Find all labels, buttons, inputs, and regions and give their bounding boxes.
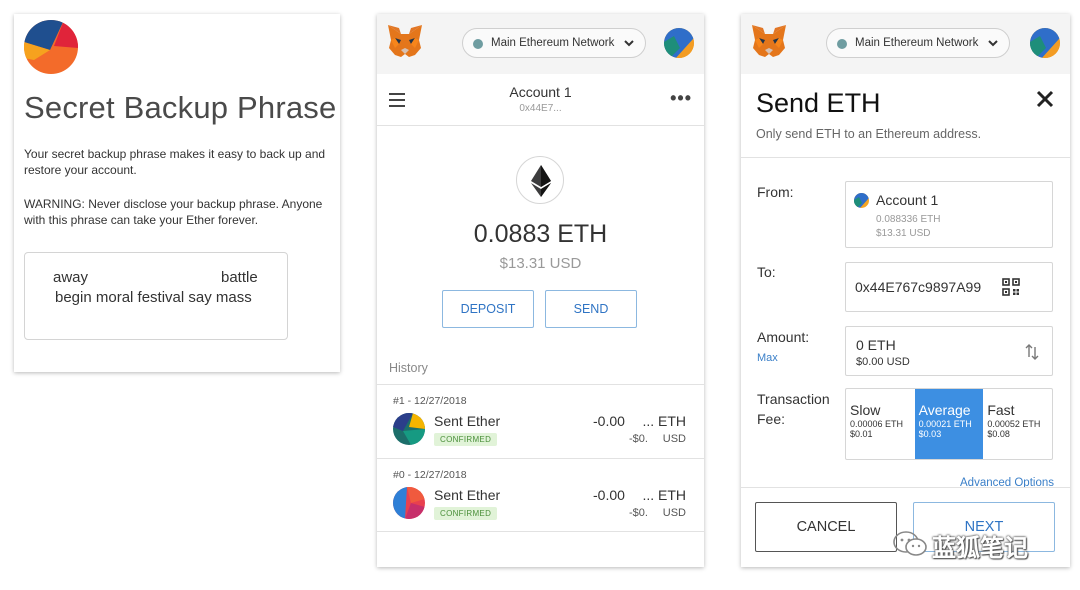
transaction-row[interactable]: #0 - 12/27/2018 Sent Ether CONFIRMED -0.… (377, 458, 704, 532)
backup-phrase-box[interactable]: away battle begin moral festival say mas… (24, 252, 288, 340)
tx-date: #1 - 12/27/2018 (393, 395, 467, 407)
fee-option-average[interactable]: Average 0.00021 ETH $0.03 (914, 389, 984, 459)
account-name[interactable]: Account 1 (377, 84, 704, 100)
send-button[interactable]: SEND (545, 290, 637, 328)
phrase-word: away (53, 269, 89, 286)
tx-usd: -$0. (629, 433, 648, 445)
to-label: To: (757, 264, 776, 280)
from-label: From: (757, 184, 794, 200)
tx-amount: -0.00 (593, 413, 625, 429)
network-dot-icon (473, 39, 483, 49)
max-amount-link[interactable]: Max (757, 352, 778, 364)
to-address-input[interactable]: 0x44E767c9897A99 (845, 262, 1053, 312)
network-label: Main Ethereum Network (855, 37, 979, 49)
chevron-down-icon (624, 40, 634, 47)
deposit-button[interactable]: DEPOSIT (442, 290, 534, 328)
from-eth-balance: 0.088336 ETH (876, 214, 941, 225)
tx-date: #0 - 12/27/2018 (393, 469, 467, 481)
page-title: Send ETH (756, 88, 881, 118)
wechat-icon (893, 531, 927, 556)
fee-option-fast[interactable]: Fast 0.00052 ETH $0.08 (983, 389, 1052, 459)
fee-eth: 0.00021 ETH (918, 419, 972, 429)
fee-name: Average (918, 402, 971, 418)
status-badge: CONFIRMED (434, 507, 498, 520)
account-avatar-icon[interactable] (1030, 28, 1060, 58)
page-title: Secret Backup Phrase (24, 90, 337, 125)
backup-warning: WARNING: Never disclose your backup phra… (24, 197, 323, 227)
backup-phrase-panel: Secret Backup Phrase Your secret backup … (14, 14, 340, 372)
amount-usd: $0.00 USD (856, 356, 910, 368)
swap-currency-icon[interactable] (1024, 343, 1040, 361)
page-subtitle: Only send ETH to an Ethereum address. (756, 127, 982, 141)
network-selector[interactable]: Main Ethereum Network (462, 28, 646, 58)
cancel-button[interactable]: CANCEL (755, 502, 897, 552)
watermark: 蓝狐笔记 (892, 526, 1052, 562)
tx-usd-unit: USD (662, 433, 686, 445)
more-options-icon[interactable]: ••• (670, 88, 692, 109)
qr-code-icon[interactable] (1002, 278, 1020, 296)
account-avatar-icon[interactable] (664, 28, 694, 58)
metamask-fox-icon[interactable] (387, 24, 423, 58)
recipient-avatar-icon (393, 487, 425, 519)
fee-usd: $0.01 (850, 429, 873, 439)
backup-description: Your secret backup phrase makes it easy … (24, 147, 326, 177)
tx-title: Sent Ether (434, 487, 501, 503)
fee-name: Slow (850, 402, 881, 418)
fee-label: Fee: (757, 411, 786, 427)
fee-eth: 0.00052 ETH (987, 419, 1041, 429)
phrase-word: battle (221, 269, 258, 286)
send-eth-panel: Main Ethereum Network Send ETH Only send… (741, 14, 1070, 567)
from-account-selector[interactable]: Account 1 0.088336 ETH $13.31 USD (845, 181, 1053, 248)
tx-amount-unit: ... ETH (642, 413, 686, 429)
watermark-text: 蓝狐笔记 (932, 535, 1028, 562)
status-badge: CONFIRMED (434, 433, 498, 446)
eth-balance: 0.0883 ETH (473, 220, 608, 248)
tx-usd: -$0. (629, 507, 648, 519)
from-usd-balance: $13.31 USD (876, 228, 931, 239)
usd-balance: $13.31 USD (499, 255, 582, 272)
account-bar: Account 1 0x44E7... ••• (377, 74, 704, 126)
wallet-panel: Main Ethereum Network Account 1 0x44E7..… (377, 14, 704, 567)
tx-amount: -0.00 (593, 487, 625, 503)
history-heading: History (389, 361, 428, 375)
app-header: Main Ethereum Network (741, 14, 1070, 74)
fee-name: Fast (987, 402, 1015, 418)
tx-amount-unit: ... ETH (642, 487, 686, 503)
amount-input[interactable]: 0 ETH $0.00 USD (845, 326, 1053, 376)
app-header: Main Ethereum Network (377, 14, 704, 74)
recipient-avatar-icon (393, 413, 425, 445)
tx-usd-unit: USD (662, 507, 686, 519)
fee-eth: 0.00006 ETH (850, 419, 904, 429)
amount-value: 0 ETH (856, 337, 896, 353)
tx-title: Sent Ether (434, 413, 501, 429)
account-avatar-icon (24, 20, 78, 74)
from-account-name: Account 1 (876, 192, 939, 208)
fee-selector: Slow 0.00006 ETH $0.01 Average 0.00021 E… (845, 388, 1053, 460)
network-selector[interactable]: Main Ethereum Network (826, 28, 1010, 58)
fee-label: Transaction (757, 391, 830, 407)
fee-option-slow[interactable]: Slow 0.00006 ETH $0.01 (846, 389, 915, 459)
to-address-value: 0x44E767c9897A99 (855, 279, 982, 295)
fee-usd: $0.03 (918, 429, 942, 439)
network-label: Main Ethereum Network (491, 37, 615, 49)
account-avatar-icon (854, 193, 869, 208)
account-address[interactable]: 0x44E7... (377, 103, 704, 114)
network-dot-icon (837, 39, 847, 49)
chevron-down-icon (988, 40, 998, 47)
divider (741, 157, 1070, 158)
fee-usd: $0.08 (987, 429, 1010, 439)
phrase-words: begin moral festival say mass (55, 289, 252, 306)
metamask-fox-icon[interactable] (751, 24, 787, 58)
transaction-row[interactable]: #1 - 12/27/2018 Sent Ether CONFIRMED -0.… (377, 384, 704, 458)
ethereum-logo-icon (516, 156, 564, 204)
close-icon[interactable] (1036, 90, 1054, 108)
amount-label: Amount: (757, 329, 810, 345)
